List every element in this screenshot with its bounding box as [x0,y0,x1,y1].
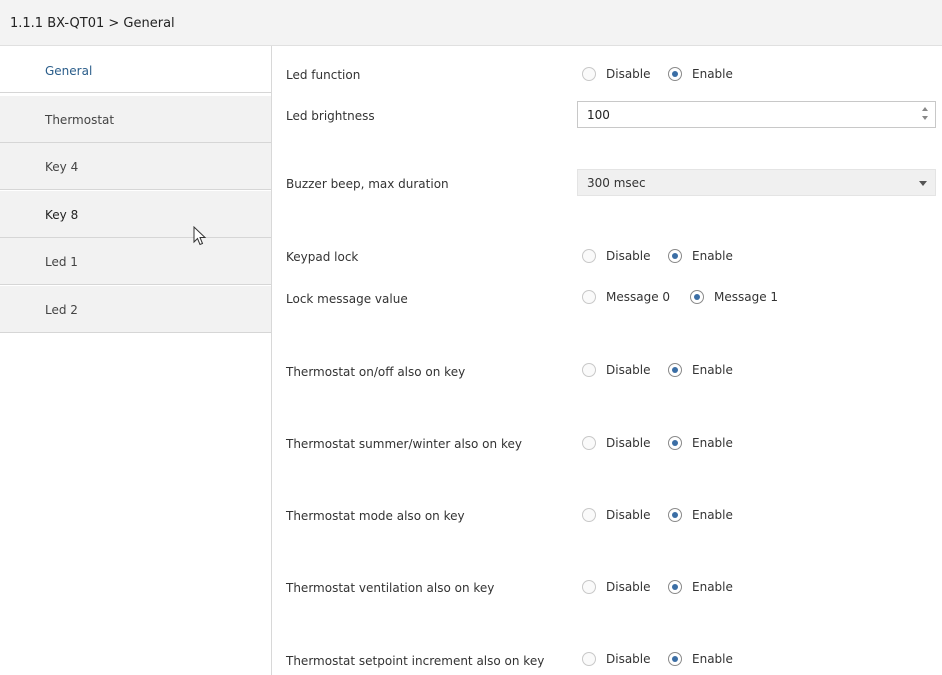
mouse-pointer-icon [193,226,207,246]
radio-label: Disable [606,249,651,263]
led-function-label: Led function [286,68,361,82]
radio-label: Enable [692,508,733,522]
radio-label: Disable [606,67,651,81]
radio-label: Enable [692,249,733,263]
radio-unchecked-icon[interactable] [582,652,596,666]
radio-unchecked-icon[interactable] [582,249,596,263]
chevron-down-icon [919,181,927,186]
sidebar-item-general[interactable]: General [0,46,271,93]
radio-checked-icon[interactable] [668,67,682,81]
radio-label: Disable [606,363,651,377]
radio-label: Enable [692,67,733,81]
sidebar-item-label: Thermostat [45,113,115,127]
radio-label: Enable [692,363,733,377]
led-brightness-value: 100 [587,108,610,122]
sidebar-item-label: Led 2 [45,303,78,317]
sidebar-item-thermostat[interactable]: Thermostat [0,96,271,143]
radio-unchecked-icon[interactable] [582,580,596,594]
radio-label: Enable [692,580,733,594]
radio-unchecked-icon[interactable] [582,67,596,81]
radio-unchecked-icon[interactable] [582,290,596,304]
keypad-lock-label: Keypad lock [286,250,359,264]
spinner-arrows-icon[interactable] [921,105,929,123]
buzzer-duration-select[interactable]: 300 msec [577,169,936,196]
radio-unchecked-icon[interactable] [582,363,596,377]
radio-checked-icon[interactable] [690,290,704,304]
title-bar: 1.1.1 BX-QT01 > General [0,0,942,46]
sidebar-item-led-2[interactable]: Led 2 [0,286,271,333]
radio-label: Message 0 [606,290,671,304]
sidebar-item-key-4[interactable]: Key 4 [0,143,271,190]
radio-label: Enable [692,436,733,450]
sidebar-item-label: General [45,64,93,78]
radio-label: Message 1 [714,290,779,304]
buzzer-duration-value: 300 msec [587,176,646,190]
thermostat-mode-label: Thermostat mode also on key [286,509,465,523]
radio-label: Disable [606,508,651,522]
lock-message-label: Lock message value [286,292,408,306]
radio-checked-icon[interactable] [668,249,682,263]
sidebar: General Thermostat Key 4 Key 8 Led 1 Led… [0,46,272,675]
radio-checked-icon[interactable] [668,363,682,377]
radio-checked-icon[interactable] [668,508,682,522]
radio-label: Disable [606,436,651,450]
radio-unchecked-icon[interactable] [582,508,596,522]
thermostat-ventilation-label: Thermostat ventilation also on key [286,581,495,595]
breadcrumb-title: 1.1.1 BX-QT01 > General [10,16,175,31]
buzzer-label: Buzzer beep, max duration [286,177,449,191]
radio-label: Disable [606,580,651,594]
sidebar-item-key-8[interactable]: Key 8 [0,191,271,238]
thermostat-summer-label: Thermostat summer/winter also on key [286,437,522,451]
radio-label: Enable [692,652,733,666]
radio-label: Disable [606,652,651,666]
sidebar-item-led-1[interactable]: Led 1 [0,238,271,285]
sidebar-item-label: Led 1 [45,255,78,269]
led-brightness-stepper[interactable]: 100 [577,101,936,128]
sidebar-item-label: Key 4 [45,160,79,174]
thermostat-setpoint-label: Thermostat setpoint increment also on ke… [286,654,545,668]
led-brightness-label: Led brightness [286,109,375,123]
radio-checked-icon[interactable] [668,436,682,450]
radio-checked-icon[interactable] [668,652,682,666]
thermostat-onoff-label: Thermostat on/off also on key [286,365,466,379]
radio-checked-icon[interactable] [668,580,682,594]
radio-unchecked-icon[interactable] [582,436,596,450]
sidebar-item-label: Key 8 [45,208,79,222]
